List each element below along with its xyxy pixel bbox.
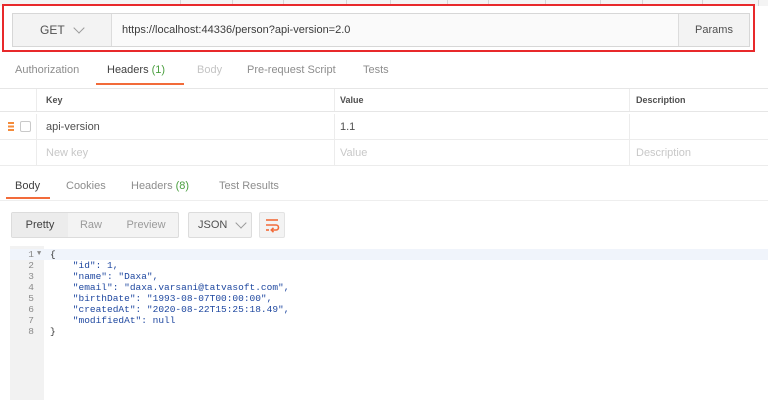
tab-test-results[interactable]: Test Results <box>219 180 279 192</box>
active-tab-indicator <box>96 83 184 85</box>
column-header-key: Key <box>46 95 63 105</box>
code-line: 6 "createdAt": "2020-08-22T15:25:18.49", <box>28 304 290 315</box>
highlight-annotation <box>2 4 755 52</box>
tab-cookies[interactable]: Cookies <box>66 180 106 192</box>
code-line: 4 "email": "daxa.varsani@tatvasoft.com", <box>28 282 290 293</box>
new-description-input[interactable]: Description <box>636 147 691 159</box>
format-select[interactable]: JSON <box>188 212 252 238</box>
active-response-tab-indicator <box>6 197 50 199</box>
tab-headers-count: (1) <box>151 64 166 76</box>
tab-body[interactable]: Body <box>197 64 222 76</box>
code-line: 8 } <box>28 326 56 337</box>
header-value-cell[interactable]: 1.1 <box>340 121 355 133</box>
tab-response-headers-label: Headers <box>131 180 173 192</box>
view-pretty-button[interactable]: Pretty <box>12 213 68 237</box>
code-line: 7 "modifiedAt": null <box>28 315 176 326</box>
response-tabs: Body Cookies Headers (8) Test Results <box>0 170 768 201</box>
drag-handle-icon[interactable] <box>8 122 14 131</box>
new-value-input[interactable]: Value <box>340 147 367 159</box>
tab-headers-label: Headers <box>107 64 149 76</box>
chevron-down-icon <box>235 217 248 229</box>
wrap-lines-icon <box>266 219 280 233</box>
table-row: api-version 1.1 <box>0 114 768 140</box>
fold-arrow-icon[interactable]: ▼ <box>37 249 41 260</box>
code-line: 3 "name": "Daxa", <box>28 271 159 282</box>
tab-response-body[interactable]: Body <box>15 180 40 192</box>
view-mode-selector: Pretty Raw Preview <box>11 212 179 238</box>
tab-response-headers-count: (8) <box>175 180 190 192</box>
code-line: 5 "birthDate": "1993-08-07T00:00:00", <box>28 293 273 304</box>
view-raw-button[interactable]: Raw <box>68 213 114 237</box>
tab-headers[interactable]: Headers (1) <box>107 64 165 76</box>
table-header-row: Key Value Description <box>0 88 768 112</box>
tab-response-headers[interactable]: Headers (8) <box>131 180 189 192</box>
column-header-value: Value <box>340 95 364 105</box>
tab-pre-request-script[interactable]: Pre-request Script <box>247 64 336 76</box>
format-label: JSON <box>198 219 228 231</box>
code-line: 1 ▼ { <box>10 249 768 260</box>
tab-tests[interactable]: Tests <box>363 64 389 76</box>
wrap-lines-button[interactable] <box>259 212 285 238</box>
row-enabled-checkbox[interactable] <box>20 121 31 132</box>
column-header-description: Description <box>636 95 686 105</box>
code-line: 2 "id": 1, <box>28 260 119 271</box>
new-key-input[interactable]: New key <box>46 147 88 159</box>
header-key-cell[interactable]: api-version <box>46 121 100 133</box>
request-tabs: Authorization Headers (1) Body Pre-reque… <box>0 58 768 86</box>
view-preview-button[interactable]: Preview <box>114 213 178 237</box>
table-row-new: New key Value Description <box>0 140 768 166</box>
response-body-editor[interactable]: 1 ▼ { 2 "id": 1, 3 "name": "Daxa", 4 "em… <box>10 246 768 400</box>
tab-authorization[interactable]: Authorization <box>15 64 79 76</box>
